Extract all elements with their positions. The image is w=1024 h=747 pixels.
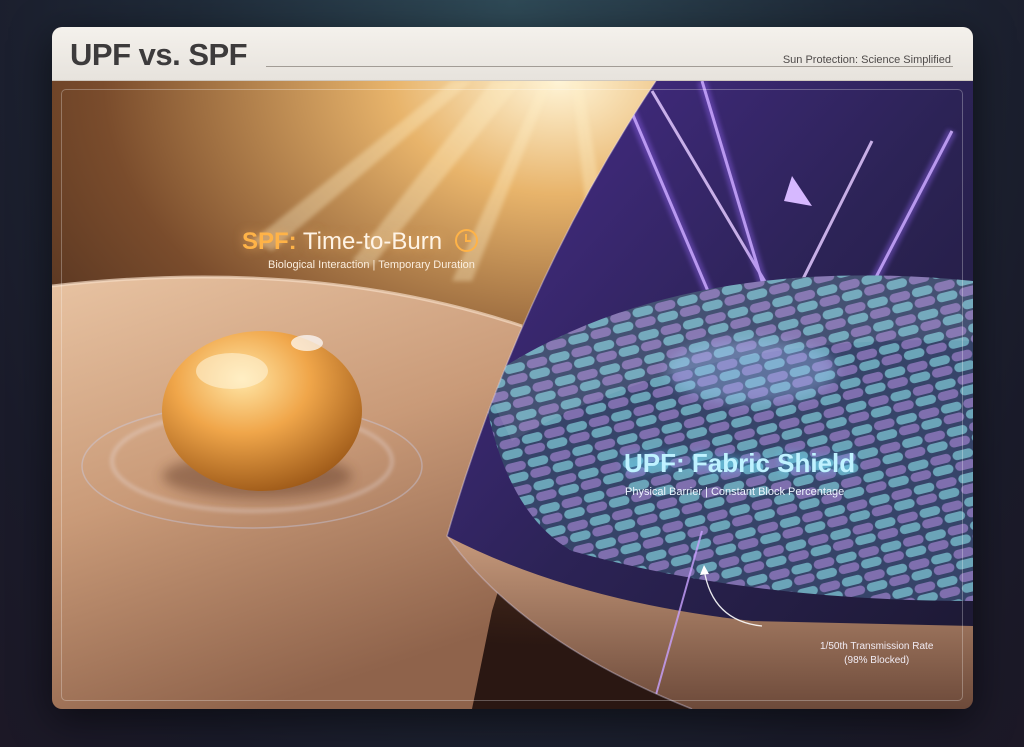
- illustration-scene: SPF: Time-to-Burn Biological Interaction…: [52, 81, 973, 709]
- blocked-percent-text: (98% Blocked): [844, 655, 910, 666]
- transmission-rate-text: 1/50th Transmission Rate: [820, 641, 934, 652]
- infographic-card: UPF vs. SPF Sun Protection: Science Simp…: [52, 27, 973, 709]
- transmission-annotation: 1/50th Transmission Rate (98% Blocked): [820, 640, 933, 668]
- header-divider: [266, 66, 953, 67]
- header-subtitle: Sun Protection: Science Simplified: [782, 54, 951, 66]
- spf-heading-text: Time-to-Burn: [302, 228, 443, 255]
- scene-artwork: [52, 81, 973, 709]
- spf-heading-prefix: SPF:: [242, 228, 297, 255]
- spf-subtitle: Biological Interaction | Temporary Durat…: [268, 259, 475, 271]
- page-title: UPF vs. SPF: [70, 37, 248, 72]
- header-bar: UPF vs. SPF Sun Protection: Science Simp…: [52, 27, 973, 81]
- spf-heading: SPF: Time-to-Burn: [242, 228, 478, 256]
- upf-heading: UPF: Fabric Shield: [624, 448, 856, 478]
- upf-subtitle: Physical Barrier | Constant Block Percen…: [625, 486, 845, 498]
- clock-icon: [454, 229, 478, 252]
